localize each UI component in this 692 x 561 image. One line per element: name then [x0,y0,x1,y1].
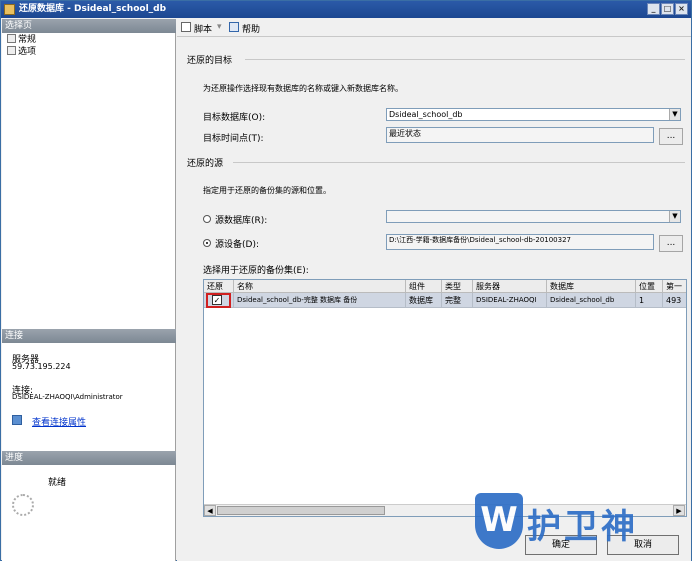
main-panel: 脚本 ▾ 帮助 还原的目标 为还原操作选择现有数据库的名称或键入新数据库名称。 … [177,19,691,561]
watermark-text: 护卫神 [527,507,638,547]
restore-cell: ✓ [204,293,234,308]
column-header[interactable]: 位置 [636,280,663,293]
device-browse-button[interactable]: ... [659,235,683,252]
page-options-label: 选项 [18,47,37,57]
help-button[interactable]: 帮助 [242,22,260,35]
help-icon [229,22,239,32]
divider [233,162,685,163]
properties-icon [12,415,22,425]
toolbar: 脚本 ▾ 帮助 [177,19,691,37]
target-db-value: Dsideal_school_db [389,110,463,119]
from-device-label: 源设备(D): [215,240,259,250]
column-header[interactable]: 类型 [442,280,473,293]
backupsets-label: 选择用于还原的备份集(E): [203,266,309,276]
close-button[interactable]: × [675,3,688,15]
dropdown-arrow-icon[interactable]: ▾ [217,22,222,32]
scroll-thumb[interactable] [217,506,385,515]
progress-header: 进度 [2,451,176,465]
component-cell: 数据库 [406,293,442,308]
chevron-down-icon: ▼ [669,109,680,120]
from-device-radio[interactable] [203,239,211,247]
highlight-box [206,293,231,308]
column-header[interactable]: 服务器 [473,280,547,293]
database-cell: Dsideal_school_db [547,293,636,308]
window-title: 还原数据库 - Dsideal_school_db [19,4,167,14]
position-cell: 1 [636,293,663,308]
minimize-button[interactable]: _ [647,3,660,15]
watermark-logo: W 护卫神 [467,491,687,553]
table-header: 还原 名称 组件 类型 服务器 数据库 位置 第一 [204,280,686,293]
page-options[interactable]: 选项 [7,46,36,58]
from-database-label: 源数据库(R): [215,216,268,226]
backupsets-table: 还原 名称 组件 类型 服务器 数据库 位置 第一 ✓ Dsideal_scho… [203,279,687,517]
source-section-title: 还原的源 [187,159,224,169]
from-database-select[interactable]: ▼ [386,210,681,223]
server-cell: DSIDEAL-ZHAOQI [473,293,547,308]
page-icon [7,46,16,55]
target-db-label: 目标数据库(O): [203,113,266,123]
target-time-browse-button[interactable]: ... [659,128,683,145]
maximize-button[interactable]: □ [661,3,674,15]
target-db-select[interactable]: Dsideal_school_db ▼ [386,108,681,121]
view-connection-properties-link[interactable]: 查看连接属性 [32,415,86,428]
shield-icon: W [475,493,523,549]
connection-header: 连接 [2,329,176,343]
name-cell: Dsideal_school_db-完整 数据库 备份 [234,293,406,308]
divider [245,59,685,60]
restore-database-window: 还原数据库 - Dsideal_school_db _ □ × 选择页 常规 选… [0,0,692,561]
device-path-field[interactable]: D:\江西-学籍-数据库备份\Dsideal_school-db-2010032… [386,234,654,250]
scroll-left-icon[interactable]: ◀ [204,505,216,516]
from-database-radio[interactable] [203,215,211,223]
column-header[interactable]: 数据库 [547,280,636,293]
app-icon [4,4,15,15]
target-description: 为还原操作选择现有数据库的名称或键入新数据库名称。 [203,84,403,93]
chevron-down-icon: ▼ [669,211,680,222]
column-header[interactable]: 还原 [204,280,234,293]
server-value: 59.73.195.224 [12,362,71,371]
target-time-field[interactable]: 最近状态 [386,127,654,143]
title-bar: 还原数据库 - Dsideal_school_db _ □ × [1,1,691,18]
left-panel: 选择页 常规 选项 连接 服务器 59.73.195.224 连接: DSIDE… [2,19,176,561]
script-button[interactable]: 脚本 [194,22,212,35]
page-general[interactable]: 常规 [7,34,36,46]
column-header[interactable]: 第一 [663,280,686,293]
type-cell: 完整 [442,293,473,308]
progress-status: 就绪 [48,478,67,488]
source-description: 指定用于还原的备份集的源和位置。 [203,186,331,195]
page-icon [7,34,16,43]
table-row[interactable]: ✓ Dsideal_school_db-完整 数据库 备份 数据库 完整 DSI… [204,293,686,308]
target-section-title: 还原的目标 [187,56,233,66]
target-time-label: 目标时间点(T): [203,134,264,144]
connection-value: DSIDEAL-ZHAOQI\Administrator [12,393,123,401]
column-header[interactable]: 名称 [234,280,406,293]
progress-spinner-icon [12,494,34,516]
page-general-label: 常规 [18,35,37,45]
script-icon [181,22,191,32]
select-page-header: 选择页 [2,19,176,33]
first-lsn-cell: 493 [663,293,686,308]
column-header[interactable]: 组件 [406,280,442,293]
